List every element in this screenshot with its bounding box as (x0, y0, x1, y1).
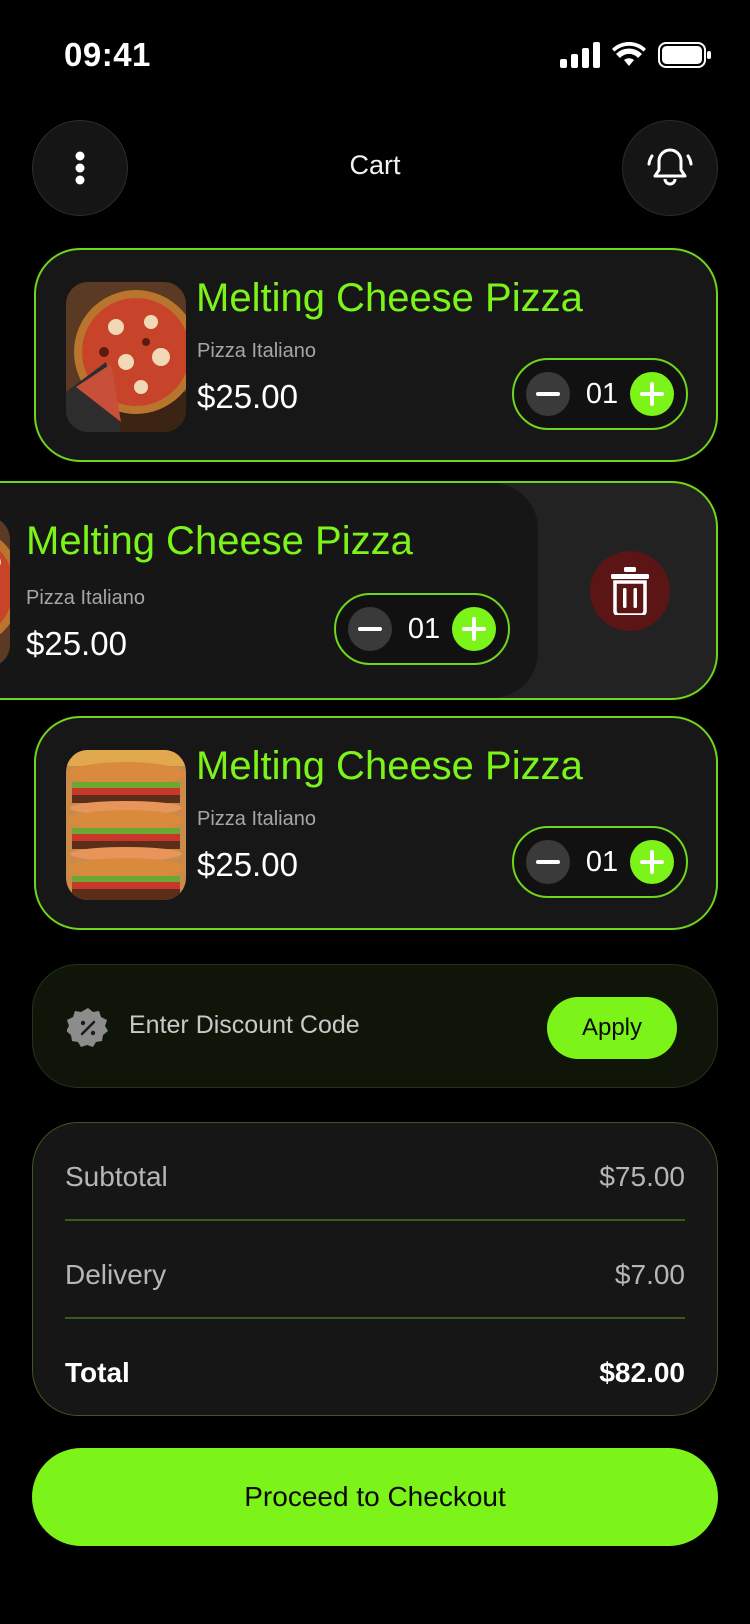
pizza-image (0, 517, 10, 667)
decrease-button[interactable] (526, 840, 570, 884)
decrease-button[interactable] (526, 372, 570, 416)
item-name: Melting Cheese Pizza (196, 276, 583, 320)
total-row: Total $82.00 (65, 1357, 685, 1397)
increase-button[interactable] (630, 372, 674, 416)
quantity-stepper: 01 (512, 826, 688, 898)
plus-icon (640, 850, 664, 874)
wifi-icon (612, 42, 646, 66)
quantity-stepper: 01 (512, 358, 688, 430)
trash-icon (611, 567, 649, 615)
swiped-item-content: Melting Cheese Pizza Pizza Italiano $25.… (0, 483, 538, 698)
discount-badge-icon (67, 1008, 108, 1047)
item-price: $25.00 (197, 378, 298, 415)
item-subtitle: Pizza Italiano (197, 340, 316, 362)
item-price: $25.00 (197, 846, 298, 883)
item-price: $25.00 (26, 625, 127, 662)
divider (65, 1219, 685, 1221)
burger-image (66, 750, 186, 900)
increase-button[interactable] (630, 840, 674, 884)
item-name: Melting Cheese Pizza (196, 744, 583, 788)
subtotal-label: Subtotal (65, 1161, 168, 1192)
cart-item[interactable]: Melting Cheese Pizza Pizza Italiano $25.… (34, 716, 718, 930)
cellular-signal-icon (560, 42, 600, 68)
item-subtitle: Pizza Italiano (26, 587, 145, 609)
minus-icon (536, 860, 560, 864)
increase-button[interactable] (452, 607, 496, 651)
quantity-value: 01 (407, 613, 441, 645)
item-name: Melting Cheese Pizza (26, 519, 413, 563)
bell-icon (647, 148, 693, 186)
total-value: $82.00 (599, 1357, 685, 1388)
quantity-value: 01 (585, 378, 619, 410)
item-subtitle: Pizza Italiano (197, 808, 316, 830)
delete-button[interactable] (590, 551, 670, 631)
notifications-button[interactable] (622, 120, 718, 216)
discount-code-field[interactable]: Enter Discount Code Apply (32, 964, 718, 1088)
cart-item[interactable]: Melting Cheese Pizza Pizza Italiano $25.… (34, 248, 718, 462)
subtotal-row: Subtotal $75.00 (65, 1161, 685, 1201)
quantity-stepper: 01 (334, 593, 510, 665)
delivery-value: $7.00 (614, 1259, 685, 1290)
cart-item-swiped[interactable]: Melting Cheese Pizza Pizza Italiano $25.… (0, 481, 718, 700)
apply-button[interactable]: Apply (547, 997, 677, 1059)
status-icons (560, 42, 712, 68)
status-bar: 09:41 (0, 0, 750, 110)
order-summary: Subtotal $75.00 Delivery $7.00 Total $82… (32, 1122, 718, 1416)
divider (65, 1317, 685, 1319)
total-label: Total (65, 1357, 130, 1388)
subtotal-value: $75.00 (599, 1161, 685, 1192)
decrease-button[interactable] (348, 607, 392, 651)
plus-icon (462, 617, 486, 641)
plus-icon (640, 382, 664, 406)
status-time: 09:41 (64, 36, 151, 73)
minus-icon (358, 627, 382, 631)
quantity-value: 01 (585, 846, 619, 878)
discount-placeholder: Enter Discount Code (129, 1011, 360, 1039)
delivery-label: Delivery (65, 1259, 167, 1290)
battery-icon (658, 42, 711, 68)
pizza-image (66, 282, 186, 432)
proceed-to-checkout-button[interactable]: Proceed to Checkout (32, 1448, 718, 1546)
delivery-row: Delivery $7.00 (65, 1259, 685, 1299)
minus-icon (536, 392, 560, 396)
